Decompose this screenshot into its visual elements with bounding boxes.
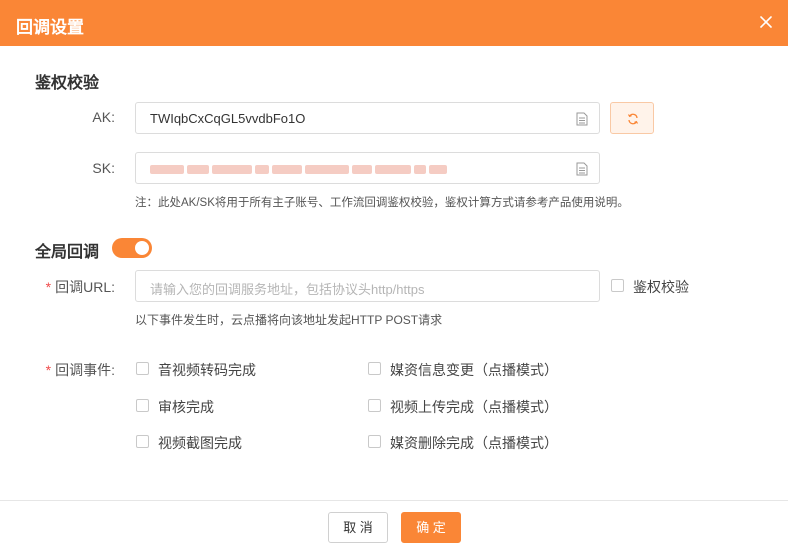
sk-masked-value	[150, 162, 472, 176]
global-callback-title: 全局回调	[35, 244, 100, 261]
event-checkbox-media-info-change[interactable]	[368, 362, 381, 375]
toggle-knob	[135, 241, 149, 255]
callback-url-note: 以下事件发生时，云点播将向该地址发起HTTP POST请求	[135, 313, 443, 327]
auth-section-title: 鉴权校验	[35, 75, 100, 92]
confirm-button[interactable]: 确 定	[401, 512, 461, 543]
auth-check-label: 鉴权校验	[633, 279, 689, 295]
event-label-snapshot: 视频截图完成	[158, 435, 242, 451]
required-mark: *	[45, 362, 52, 378]
ak-field[interactable]: TWIqbCxCqGL5vvdbFo1O	[135, 102, 600, 134]
callback-url-label: * 回调URL:	[45, 279, 115, 295]
sk-field[interactable]	[135, 152, 600, 184]
event-checkbox-review[interactable]	[136, 399, 149, 412]
event-checkbox-transcode[interactable]	[136, 362, 149, 375]
event-label-media-info-change: 媒资信息变更（点播模式）	[390, 362, 558, 378]
dialog-title: 回调设置	[16, 18, 84, 37]
close-icon[interactable]	[758, 14, 774, 30]
event-label-review: 审核完成	[158, 399, 214, 415]
event-label-media-delete: 媒资删除完成（点播模式）	[390, 435, 558, 451]
callback-url-input[interactable]: 请输入您的回调服务地址，包括协议头http/https	[135, 270, 600, 302]
copy-icon[interactable]	[576, 162, 588, 176]
ak-value: TWIqbCxCqGL5vvdbFo1O	[150, 111, 306, 126]
footer-divider	[0, 500, 788, 501]
global-callback-toggle[interactable]	[112, 238, 152, 258]
event-checkbox-upload[interactable]	[368, 399, 381, 412]
event-checkbox-media-delete[interactable]	[368, 435, 381, 448]
refresh-icon	[627, 113, 639, 125]
auth-check-checkbox[interactable]	[611, 279, 624, 292]
cancel-button[interactable]: 取 消	[328, 512, 388, 543]
auth-note: 注：此处AK/SK将用于所有主子账号、工作流回调鉴权校验，鉴权计算方式请参考产品…	[135, 197, 629, 209]
ak-label: AK:	[92, 109, 115, 125]
event-label-transcode: 音视频转码完成	[158, 362, 256, 378]
event-checkbox-snapshot[interactable]	[136, 435, 149, 448]
callback-events-label: * 回调事件:	[45, 362, 115, 378]
copy-icon[interactable]	[576, 112, 588, 126]
callback-url-placeholder: 请输入您的回调服务地址，包括协议头http/https	[150, 282, 425, 297]
sk-label: SK:	[92, 160, 115, 176]
dialog-header: 回调设置	[0, 0, 788, 46]
refresh-ak-button[interactable]	[610, 102, 654, 134]
event-label-upload: 视频上传完成（点播模式）	[390, 399, 558, 415]
required-mark: *	[45, 279, 52, 295]
